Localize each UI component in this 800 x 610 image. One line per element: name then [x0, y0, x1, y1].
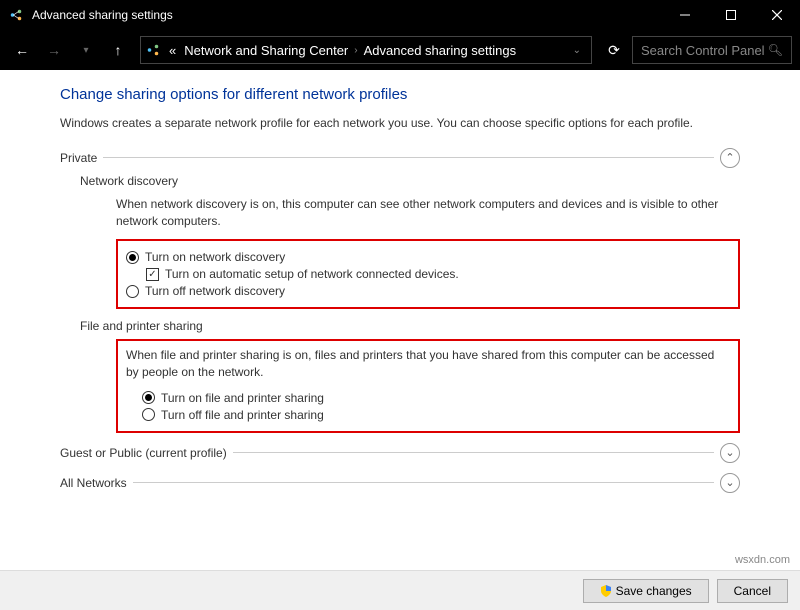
- minimize-button[interactable]: [662, 0, 708, 30]
- chevron-down-icon[interactable]: ⌄: [720, 473, 740, 493]
- radio-icon: [126, 251, 139, 264]
- radio-fp-off[interactable]: Turn off file and printer sharing: [142, 408, 730, 422]
- group-guest-label: Guest or Public (current profile): [60, 446, 233, 460]
- refresh-button[interactable]: ⟳: [600, 42, 628, 59]
- radio-icon: [142, 391, 155, 404]
- maximize-button[interactable]: [708, 0, 754, 30]
- group-private[interactable]: Private ⌃: [60, 148, 740, 168]
- navbar: ← → ▾ ↑ « Network and Sharing Center › A…: [0, 30, 800, 70]
- network-icon: [145, 42, 161, 58]
- app-icon: [8, 7, 24, 23]
- radio-nd-off[interactable]: Turn off network discovery: [126, 284, 730, 298]
- breadcrumb-parent[interactable]: Network and Sharing Center: [180, 43, 352, 58]
- content-area: Change sharing options for different net…: [0, 70, 800, 570]
- radio-fp-on[interactable]: Turn on file and printer sharing: [142, 391, 730, 405]
- close-button[interactable]: [754, 0, 800, 30]
- up-button[interactable]: ↑: [104, 36, 132, 64]
- nd-desc: When network discovery is on, this compu…: [116, 196, 740, 230]
- fp-desc: When file and printer sharing is on, fil…: [126, 347, 730, 381]
- breadcrumb-current[interactable]: Advanced sharing settings: [360, 43, 520, 58]
- nd-title: Network discovery: [80, 174, 740, 188]
- fp-title: File and printer sharing: [80, 319, 740, 333]
- watermark: wsxdn.com: [735, 554, 790, 566]
- highlight-box-1: Turn on network discovery Turn on automa…: [116, 239, 740, 309]
- group-guest[interactable]: Guest or Public (current profile) ⌄: [60, 443, 740, 463]
- search-icon: 🔍︎: [768, 43, 783, 57]
- save-button[interactable]: Save changes: [583, 579, 709, 603]
- search-input[interactable]: Search Control Panel 🔍︎: [632, 36, 792, 64]
- radio-icon: [126, 285, 139, 298]
- radio-nd-on[interactable]: Turn on network discovery: [126, 250, 730, 264]
- breadcrumb-back[interactable]: «: [165, 43, 180, 58]
- group-all[interactable]: All Networks ⌄: [60, 473, 740, 493]
- chevron-down-icon[interactable]: ⌄: [720, 443, 740, 463]
- radio-icon: [142, 408, 155, 421]
- search-placeholder: Search Control Panel: [641, 43, 765, 58]
- cancel-button[interactable]: Cancel: [717, 579, 788, 603]
- highlight-box-2: When file and printer sharing is on, fil…: [116, 339, 740, 433]
- page-heading: Change sharing options for different net…: [60, 86, 740, 103]
- forward-button[interactable]: →: [40, 36, 68, 64]
- chevron-right-icon: ›: [352, 45, 359, 56]
- address-dropdown[interactable]: ⌄: [567, 45, 587, 56]
- group-private-label: Private: [60, 151, 103, 165]
- titlebar: Advanced sharing settings: [0, 0, 800, 30]
- page-intro: Windows creates a separate network profi…: [60, 115, 740, 132]
- window-title: Advanced sharing settings: [32, 8, 662, 22]
- shield-icon: [600, 585, 612, 597]
- back-button[interactable]: ←: [8, 36, 36, 64]
- footer: Save changes Cancel: [0, 570, 800, 610]
- chevron-up-icon[interactable]: ⌃: [720, 148, 740, 168]
- check-nd-auto[interactable]: Turn on automatic setup of network conne…: [146, 267, 730, 281]
- recent-dropdown[interactable]: ▾: [72, 36, 100, 64]
- checkbox-icon: [146, 268, 159, 281]
- group-all-label: All Networks: [60, 476, 133, 490]
- address-bar[interactable]: « Network and Sharing Center › Advanced …: [140, 36, 592, 64]
